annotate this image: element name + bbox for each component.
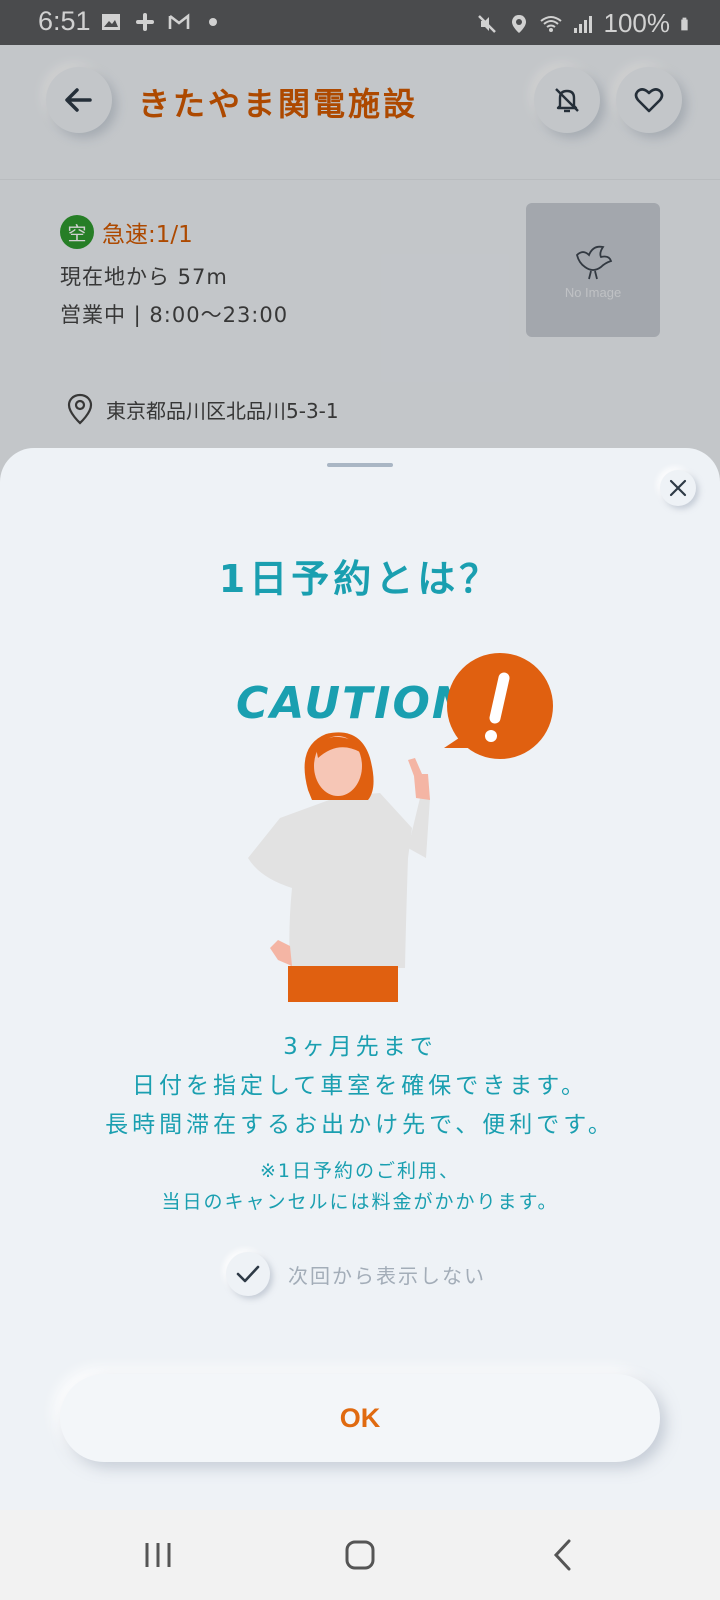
dont-show-label: 次回から表示しない: [288, 1263, 486, 1288]
sheet-title: 1日予約とは？: [218, 557, 502, 601]
recent-apps-button[interactable]: [128, 1530, 188, 1580]
dont-show-checkbox[interactable]: [226, 1252, 270, 1296]
home-button[interactable]: [330, 1530, 390, 1580]
chevron-left-icon: [553, 1539, 571, 1571]
fee-note: ※1日予約のご利用、 当日のキャンセルには料金がかかります。: [0, 1156, 720, 1218]
description-line-1: 3ヶ月先まで: [283, 1034, 437, 1060]
description: 3ヶ月先まで 日付を指定して車室を確保できます。 長時間滞在するお出かけ先で、便…: [0, 1028, 720, 1145]
recents-icon: [145, 1543, 171, 1567]
description-line-2: 日付を指定して車室を確保できます。: [131, 1073, 588, 1099]
note-line-1: ※1日予約のご利用、: [259, 1160, 460, 1182]
close-button[interactable]: [660, 470, 696, 506]
caution-illustration: CAUTION: [236, 653, 553, 1002]
caution-text: CAUTION: [236, 678, 471, 729]
home-icon: [345, 1540, 375, 1570]
dont-show-again-option[interactable]: 次回から表示しない: [226, 1252, 486, 1296]
system-nav-bar: [0, 1510, 720, 1600]
close-icon: [669, 479, 687, 497]
description-line-3: 長時間滞在するお出かけ先で、便利です。: [105, 1112, 615, 1138]
bottom-sheet: 1日予約とは？ CAUTION 3ヶ月先まで 日付を指定して車室を確保できます。…: [0, 448, 720, 1510]
note-line-2: 当日のキャンセルには料金がかかります。: [161, 1191, 559, 1213]
system-back-button[interactable]: [532, 1530, 592, 1580]
ok-button[interactable]: OK: [60, 1374, 660, 1462]
checkmark-icon: [236, 1265, 260, 1283]
drag-handle[interactable]: [327, 463, 393, 467]
